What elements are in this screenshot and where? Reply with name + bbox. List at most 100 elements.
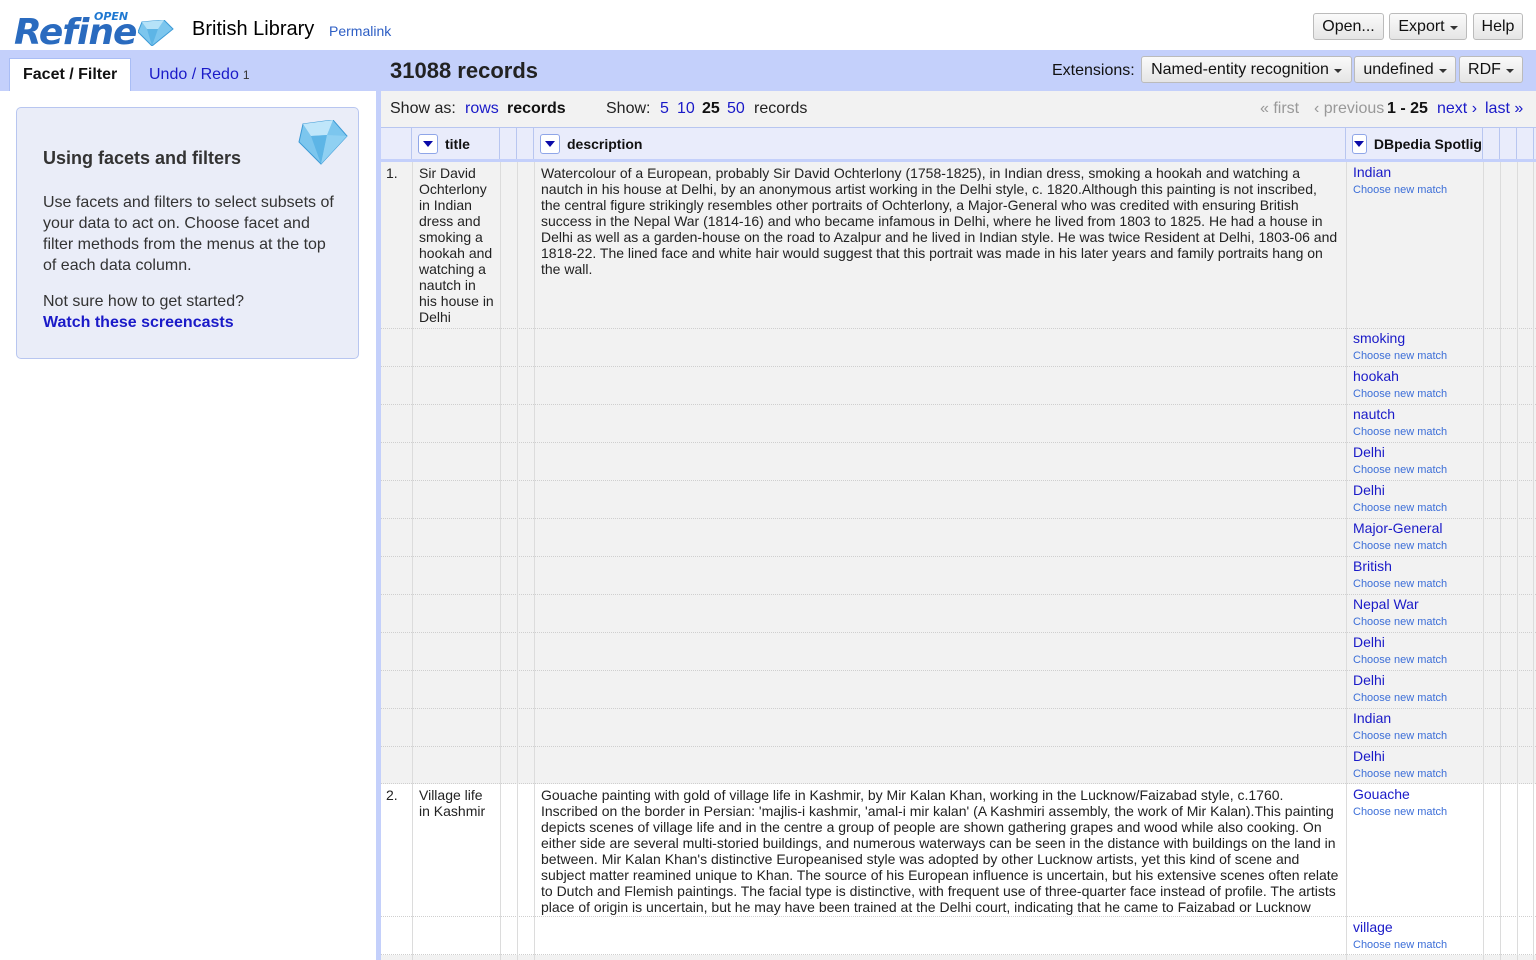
facet-help-box: Using facets and filters Use facets and … xyxy=(16,107,359,359)
column-menu-button[interactable] xyxy=(418,133,438,154)
choose-new-match-link[interactable]: Choose new match xyxy=(1353,730,1447,742)
triangle-down-icon xyxy=(423,140,433,147)
dbpedia-match-entity[interactable]: hookah xyxy=(1353,368,1399,384)
header-spacer xyxy=(500,128,517,159)
dbpedia-match-entity[interactable]: Gouache xyxy=(1353,786,1410,802)
sub-row-separator xyxy=(381,480,1536,481)
page-size-5[interactable]: 5 xyxy=(660,100,669,118)
pager-next[interactable]: next › xyxy=(1437,100,1477,118)
view-controls: Show as: rows records Show: 5 10 25 50 r… xyxy=(381,91,1536,127)
show-as-records-current: records xyxy=(507,100,566,117)
column-grid-line xyxy=(1517,162,1518,960)
table-header: title description DBpedia Spotlig xyxy=(381,127,1536,162)
dbpedia-match-entity[interactable]: Delhi xyxy=(1353,482,1385,498)
record-index: 2. xyxy=(386,787,398,803)
show-as-label: Show as: xyxy=(390,100,456,117)
dbpedia-match-entity[interactable]: Major-General xyxy=(1353,520,1442,536)
choose-new-match-link[interactable]: Choose new match xyxy=(1353,184,1447,196)
left-panel: Facet / Filter Undo / Redo 1 Using facet… xyxy=(0,50,376,960)
dbpedia-match-entity[interactable]: Indian xyxy=(1353,710,1391,726)
dbpedia-match-entity[interactable]: Nepal War xyxy=(1353,596,1419,612)
openrefine-logo[interactable]: Refine OPEN xyxy=(12,8,176,53)
choose-new-match-link[interactable]: Choose new match xyxy=(1353,350,1447,362)
dbpedia-match-entity[interactable]: nautch xyxy=(1353,406,1395,422)
diamond-icon xyxy=(298,120,348,165)
sub-row-separator xyxy=(381,328,1536,329)
dbpedia-match-entity[interactable]: village xyxy=(1353,919,1393,935)
choose-new-match-link[interactable]: Choose new match xyxy=(1353,578,1447,590)
choose-new-match-link[interactable]: Choose new match xyxy=(1353,654,1447,666)
tab-facet-filter[interactable]: Facet / Filter xyxy=(9,58,132,91)
pager-first: « first xyxy=(1260,100,1300,117)
export-button[interactable]: Export xyxy=(1389,13,1467,40)
diamond-icon xyxy=(138,20,174,46)
header-spacer xyxy=(1483,128,1500,159)
pager-last[interactable]: last » xyxy=(1485,100,1523,118)
rdf-extension-label: RDF xyxy=(1468,60,1501,78)
title-cell[interactable]: Village life in Kashmir xyxy=(419,787,497,819)
rdf-extension-button[interactable]: RDF xyxy=(1459,56,1523,83)
summary-bar: 31088 records Extensions: Named-entity r… xyxy=(381,50,1536,91)
record-count: 31088 records xyxy=(390,58,538,83)
description-cell[interactable]: Watercolour of a European, probably Sir … xyxy=(541,165,1339,277)
choose-new-match-link[interactable]: Choose new match xyxy=(1353,806,1447,818)
choose-new-match-link[interactable]: Choose new match xyxy=(1353,692,1447,704)
help-button[interactable]: Help xyxy=(1473,13,1523,40)
choose-new-match-link[interactable]: Choose new match xyxy=(1353,388,1447,400)
screencasts-link[interactable]: Watch these screencasts xyxy=(43,314,234,332)
tab-undo-redo-label: Undo / Redo xyxy=(149,65,239,83)
undefined-extension-button[interactable]: undefined xyxy=(1354,56,1456,83)
dbpedia-match-entity[interactable]: British xyxy=(1353,558,1392,574)
chevron-down-icon xyxy=(1449,25,1458,30)
undefined-extension-label: undefined xyxy=(1363,60,1434,78)
choose-new-match-link[interactable]: Choose new match xyxy=(1353,939,1447,951)
dbpedia-match-entity[interactable]: Indian xyxy=(1353,164,1391,180)
column-menu-button[interactable] xyxy=(540,133,560,154)
undo-count-badge: 1 xyxy=(242,67,250,82)
chevron-down-icon xyxy=(1333,68,1342,73)
permalink-link[interactable]: Permalink xyxy=(329,23,391,39)
column-dbpedia-label: DBpedia Spotlig xyxy=(1373,135,1482,152)
sub-row-separator xyxy=(381,594,1536,595)
description-cell[interactable]: Gouache painting with gold of village li… xyxy=(541,787,1339,931)
triangle-down-icon xyxy=(1354,140,1365,147)
page-size-unit: records xyxy=(754,100,808,117)
choose-new-match-link[interactable]: Choose new match xyxy=(1353,502,1447,514)
column-grid-line xyxy=(1483,162,1484,960)
sub-row-separator xyxy=(381,632,1536,633)
column-header-description[interactable]: description xyxy=(534,128,1346,159)
choose-new-match-link[interactable]: Choose new match xyxy=(1353,464,1447,476)
column-menu-button[interactable] xyxy=(1352,133,1367,154)
page-size-50[interactable]: 50 xyxy=(727,100,745,118)
header-spacer xyxy=(517,128,534,159)
dbpedia-match-entity[interactable]: Delhi xyxy=(1353,444,1385,460)
open-button[interactable]: Open... xyxy=(1313,13,1384,40)
dbpedia-match-entity[interactable]: Delhi xyxy=(1353,634,1385,650)
pager-previous: ‹ previous xyxy=(1314,100,1385,117)
column-grid-line xyxy=(412,162,413,960)
column-grid-line xyxy=(1346,162,1347,960)
choose-new-match-link[interactable]: Choose new match xyxy=(1353,768,1447,780)
dbpedia-match-entity[interactable]: smoking xyxy=(1353,330,1405,346)
sub-row-separator xyxy=(381,518,1536,519)
choose-new-match-link[interactable]: Choose new match xyxy=(1353,426,1447,438)
choose-new-match-link[interactable]: Choose new match xyxy=(1353,616,1447,628)
sub-row-separator xyxy=(381,404,1536,405)
dbpedia-match-entity[interactable]: Delhi xyxy=(1353,672,1385,688)
page-size-10[interactable]: 10 xyxy=(677,100,695,118)
sub-row-separator xyxy=(381,442,1536,443)
help-button-label: Help xyxy=(1481,17,1515,35)
choose-new-match-link[interactable]: Choose new match xyxy=(1353,540,1447,552)
project-name[interactable]: British Library xyxy=(192,18,314,41)
dbpedia-match-entity[interactable]: Delhi xyxy=(1353,748,1385,764)
tab-facet-filter-label: Facet / Filter xyxy=(23,66,118,83)
tab-undo-redo[interactable]: Undo / Redo 1 xyxy=(136,58,263,91)
show-as-rows-link[interactable]: rows xyxy=(465,100,499,118)
column-header-title[interactable]: title xyxy=(412,128,500,159)
column-grid-line xyxy=(534,162,535,960)
header-index-cell xyxy=(381,128,412,159)
title-cell[interactable]: Sir David Ochterlony in Indian dress and… xyxy=(419,165,497,325)
column-header-dbpedia[interactable]: DBpedia Spotlig xyxy=(1346,128,1483,159)
ner-extension-button[interactable]: Named-entity recognition xyxy=(1141,56,1352,83)
ner-extension-label: Named-entity recognition xyxy=(1151,60,1329,78)
